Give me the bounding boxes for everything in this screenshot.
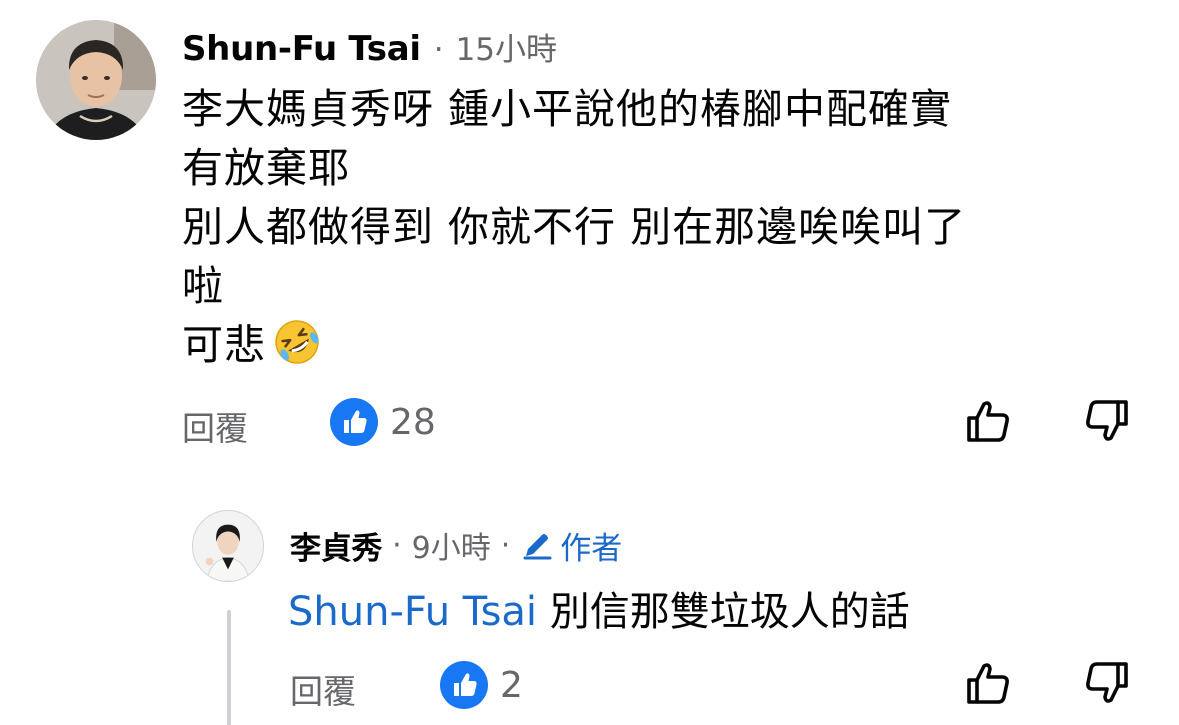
thumbs-up-icon <box>967 401 1009 442</box>
thumbs-down-icon <box>1086 400 1128 441</box>
reply-button[interactable]: 回覆 <box>290 665 356 713</box>
comment-line: 李大媽貞秀呀 鍾小平說他的椿腳中配確實 <box>182 85 953 133</box>
reply-text: 別信那雙垃圾人的話 <box>537 589 910 635</box>
reply-author-name[interactable]: 李貞秀 <box>290 523 382 568</box>
comment-author-name[interactable]: Shun-Fu Tsai <box>182 29 421 69</box>
separator-dot: · <box>392 527 402 563</box>
reply-author-avatar[interactable] <box>192 510 264 582</box>
reply-timestamp[interactable]: 9小時 <box>412 523 491 567</box>
mention-link[interactable]: Shun-Fu Tsai <box>288 589 537 635</box>
author-badge-label: 作者 <box>560 530 623 567</box>
comment-timestamp[interactable]: 15小時 <box>456 24 557 69</box>
thumbs-up-icon <box>967 663 1009 704</box>
comment-body: 李大媽貞秀呀 鍾小平說他的椿腳中配確實 有放棄耶 別人都做得到 你就不行 別在那… <box>182 80 1142 375</box>
downvote-button[interactable] <box>1083 396 1131 444</box>
comment-line: 別人都做得到 你就不行 別在那邊唉唉叫了 <box>182 203 967 251</box>
thumbs-down-icon <box>1086 662 1128 703</box>
comment-header: Shun-Fu Tsai · 15小時 <box>182 24 557 69</box>
reply-body: Shun-Fu Tsai 別信那雙垃圾人的話 <box>288 584 910 640</box>
comment-line: 有放棄耶 <box>182 144 350 192</box>
like-count: 28 <box>390 401 436 443</box>
like-reaction-icon <box>330 398 378 446</box>
comment-line: 啦 <box>182 262 224 310</box>
comment-thread: Shun-Fu Tsai · 15小時 李大媽貞秀呀 鍾小平說他的椿腳中配確實 … <box>0 0 1179 725</box>
thread-connector-line <box>227 610 231 725</box>
commenter-avatar[interactable] <box>36 20 156 140</box>
upvote-button[interactable] <box>964 660 1012 708</box>
reaction-summary[interactable]: 2 <box>440 661 523 709</box>
reaction-summary[interactable]: 28 <box>330 398 436 446</box>
separator-dot: · <box>500 527 511 563</box>
downvote-button[interactable] <box>1083 658 1131 706</box>
separator-dot: · <box>433 32 444 68</box>
reply-header: 李貞秀 · 9小時 · 作者 <box>290 523 622 568</box>
pencil-icon <box>523 534 552 560</box>
rolling-on-floor-laughing-emoji-icon <box>275 320 319 364</box>
like-count: 2 <box>500 664 523 706</box>
author-badge: 作者 <box>520 523 622 568</box>
comment-line-last: 可悲 <box>182 316 1142 375</box>
comment-line: 可悲 <box>182 321 266 369</box>
reply-button[interactable]: 回覆 <box>182 402 248 450</box>
like-reaction-icon <box>440 661 488 709</box>
upvote-button[interactable] <box>964 398 1012 446</box>
